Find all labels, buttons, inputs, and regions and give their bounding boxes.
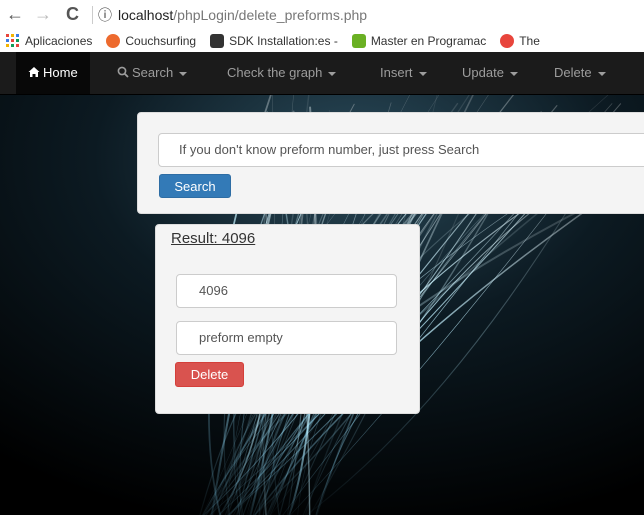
bookmark-label: Aplicaciones [25,34,93,48]
back-arrow-icon[interactable]: ← [6,4,24,25]
bookmark-label: Couchsurfing [125,34,197,48]
address-bar[interactable]: ⓘ localhost/phpLogin/delete_preforms.php [92,5,638,25]
main-navbar: Home Search Check the graph Insert Updat… [0,52,644,95]
nav-check-graph-label: Check the graph [227,65,323,80]
apps-icon [6,34,19,47]
nav-search[interactable]: Search [117,52,188,94]
preform-number-field[interactable]: 4096 [176,274,397,308]
bookmark-master[interactable]: Master en Programac [351,34,487,48]
bookmark-label: Master en Programac [370,34,487,48]
caret-down-icon [179,71,188,76]
bookmark-label: SDK Installation:es - [229,34,338,48]
couchsurfing-icon [106,34,121,48]
search-icon [117,66,129,78]
nav-update-label: Update [462,65,504,80]
caret-down-icon [597,71,606,76]
bookmarks-bar: Aplicaciones Couchsurfing SDK Installati… [0,30,644,52]
nav-check-graph[interactable]: Check the graph [227,52,337,94]
caret-down-icon [418,71,427,76]
sdk-icon [210,34,225,48]
search-button[interactable]: Search [159,174,231,198]
bookmark-apps[interactable]: Aplicaciones [6,34,92,48]
nav-delete-label: Delete [554,65,592,80]
reload-icon[interactable]: C [66,4,79,25]
home-icon [28,67,40,77]
info-icon[interactable]: ⓘ [98,5,112,25]
nav-search-label: Search [132,65,174,80]
browser-toolbar: ← → C ⓘ localhost/phpLogin/delete_prefor… [0,0,644,30]
caret-down-icon [509,71,518,76]
result-title-link[interactable]: Result: 4096 [171,230,255,247]
nav-update[interactable]: Update [462,52,518,94]
nav-insert[interactable]: Insert [380,52,427,94]
bookmark-label: The [519,34,540,48]
nav-home[interactable]: Home [16,52,90,94]
master-icon [351,34,366,48]
bookmark-sdk[interactable]: SDK Installation:es - [210,34,338,48]
search-input[interactable]: If you don't know preform number, just p… [158,133,644,167]
delete-button[interactable]: Delete [175,362,244,387]
nav-delete[interactable]: Delete [554,52,606,94]
preform-status-field[interactable]: preform empty [176,321,397,355]
caret-down-icon [328,71,337,76]
url-host: localhost [118,7,174,23]
nav-home-label: Home [43,65,78,80]
forward-arrow-icon[interactable]: → [34,4,52,25]
cp-icon [500,34,515,48]
nav-insert-label: Insert [380,65,413,80]
url-path: /phpLogin/delete_preforms.php [173,7,368,23]
bookmark-cp[interactable]: The [500,34,540,48]
bookmark-couchsurfing[interactable]: Couchsurfing [106,34,196,48]
